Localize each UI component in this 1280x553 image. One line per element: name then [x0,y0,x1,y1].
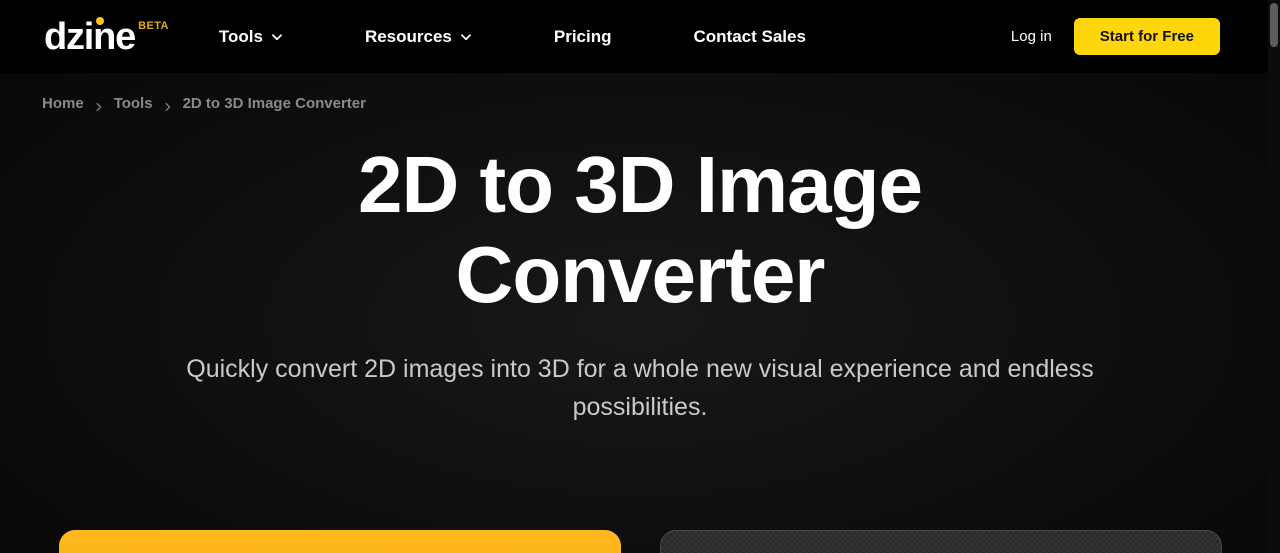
chevron-right-icon [163,99,173,111]
breadcrumb: Home Tools 2D to 3D Image Converter [42,95,366,112]
page-title: 2D to 3D Image Converter [358,140,923,319]
top-navigation-bar: dzine BETA Tools Resources Pricing Conta… [0,0,1280,73]
action-panels [0,530,1280,553]
hero-section: 2D to 3D Image Converter Quickly convert… [0,140,1280,426]
page-scrollbar-track[interactable] [1268,0,1280,553]
beta-badge: BETA [138,19,169,32]
page-scrollbar-thumb[interactable] [1270,3,1278,47]
nav-item-contact-sales[interactable]: Contact Sales [694,27,806,47]
hero-subtitle: Quickly convert 2D images into 3D for a … [186,355,1094,421]
nav-item-resources[interactable]: Resources [365,27,472,47]
logo-wordmark: dzine [44,15,136,58]
image-upload-panel[interactable] [659,530,1222,553]
breadcrumb-item-home[interactable]: Home [42,95,84,112]
nav-item-pricing[interactable]: Pricing [554,27,612,47]
page-root: dzine BETA Tools Resources Pricing Conta… [0,0,1280,553]
primary-nav-links: Tools Resources Pricing Contact Sales [219,27,806,47]
primary-action-panel[interactable] [58,530,621,553]
nav-item-label: Resources [364,26,452,46]
breadcrumb-item-current: 2D to 3D Image Converter [182,95,366,112]
chevron-right-icon [94,99,104,111]
chevron-down-icon [460,31,472,43]
nav-item-label: Pricing [553,26,612,46]
nav-item-tools[interactable]: Tools [219,27,283,47]
logo-dot-icon [96,16,104,25]
breadcrumb-item-tools[interactable]: Tools [114,95,153,112]
brand-logo[interactable]: dzine BETA [44,15,169,58]
nav-account-actions: Log in Start for Free [1011,18,1220,55]
logo-text: dzine [44,15,136,58]
login-link[interactable]: Log in [1011,28,1052,45]
chevron-down-icon [271,31,283,43]
start-for-free-button[interactable]: Start for Free [1073,18,1220,55]
nav-item-label: Tools [218,26,263,46]
nav-item-label: Contact Sales [693,26,806,46]
